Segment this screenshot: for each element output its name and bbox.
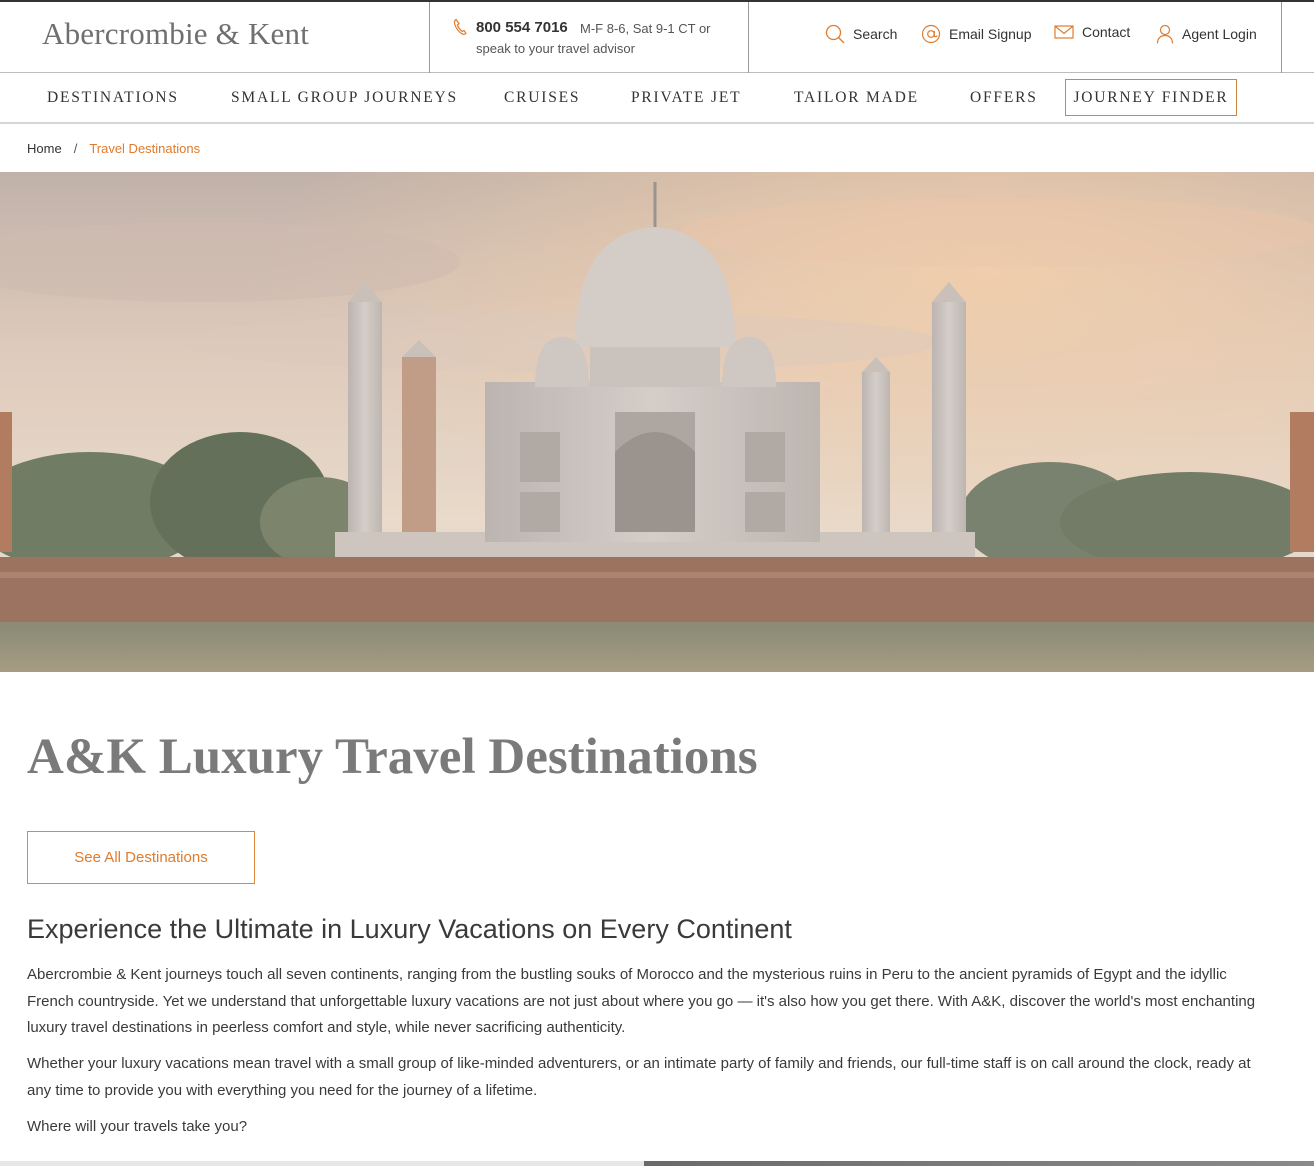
taj-mahal-image [0,172,1314,672]
search-icon [825,24,845,44]
agent-login-link[interactable]: Agent Login [1156,24,1257,44]
search-label: Search [853,26,898,42]
staff-paragraph: Whether your luxury vacations mean trave… [27,1055,1251,1099]
nav-item-private-jet[interactable]: PRIVATE JET [631,89,741,107]
nav-item-cruises[interactable]: CRUISES [504,89,580,107]
see-all-destinations-button[interactable]: See All Destinations [27,831,255,884]
header-divider [1281,2,1282,73]
breadcrumb-home[interactable]: Home [27,141,62,156]
contact-label: Contact [1082,24,1131,40]
at-sign-icon [921,24,941,44]
next-section-edge [0,1161,1314,1166]
phone-icon [453,18,467,35]
nav-item-tailor-made[interactable]: TAILOR MADE [794,89,919,107]
breadcrumb: Home / Travel Destinations [27,141,200,156]
question-paragraph: Where will your travels take you? [27,1118,248,1135]
email-signup-label: Email Signup [949,26,1032,42]
journey-finder-button[interactable]: JOURNEY FINDER [1065,79,1237,116]
main-nav: DESTINATIONS SMALL GROUP JOURNEYS CRUISE… [0,74,1314,124]
breadcrumb-current[interactable]: Travel Destinations [89,141,200,156]
search-link[interactable]: Search [825,24,897,44]
phone-contact-box: 800 554 7016 M-F 8-6, Sat 9-1 CT or spea… [429,2,749,73]
contact-link[interactable]: Contact [1054,24,1130,40]
email-signup-link[interactable]: Email Signup [921,24,1032,44]
phone-advisor-text: speak to your travel advisor [476,41,635,56]
nav-item-offers[interactable]: OFFERS [970,89,1038,107]
hero-image [0,172,1314,672]
nav-item-destinations[interactable]: DESTINATIONS [47,89,179,107]
phone-hours: M-F 8-6, Sat 9-1 CT or [580,21,711,36]
section-subheading: Experience the Ultimate in Luxury Vacati… [27,914,792,944]
user-icon [1156,24,1174,44]
breadcrumb-separator: / [73,141,78,156]
envelope-icon [1054,25,1074,39]
site-logo[interactable]: Abercrombie & Kent [42,16,309,52]
agent-login-label: Agent Login [1182,26,1257,42]
nav-item-small-group-journeys[interactable]: SMALL GROUP JOURNEYS [231,89,458,107]
page-title: A&K Luxury Travel Destinations [27,729,758,785]
site-header: Abercrombie & Kent 800 554 7016 M-F 8-6,… [0,2,1314,73]
phone-number[interactable]: 800 554 7016 [476,19,568,36]
intro-paragraph: Abercrombie & Kent journeys touch all se… [27,966,1256,1036]
